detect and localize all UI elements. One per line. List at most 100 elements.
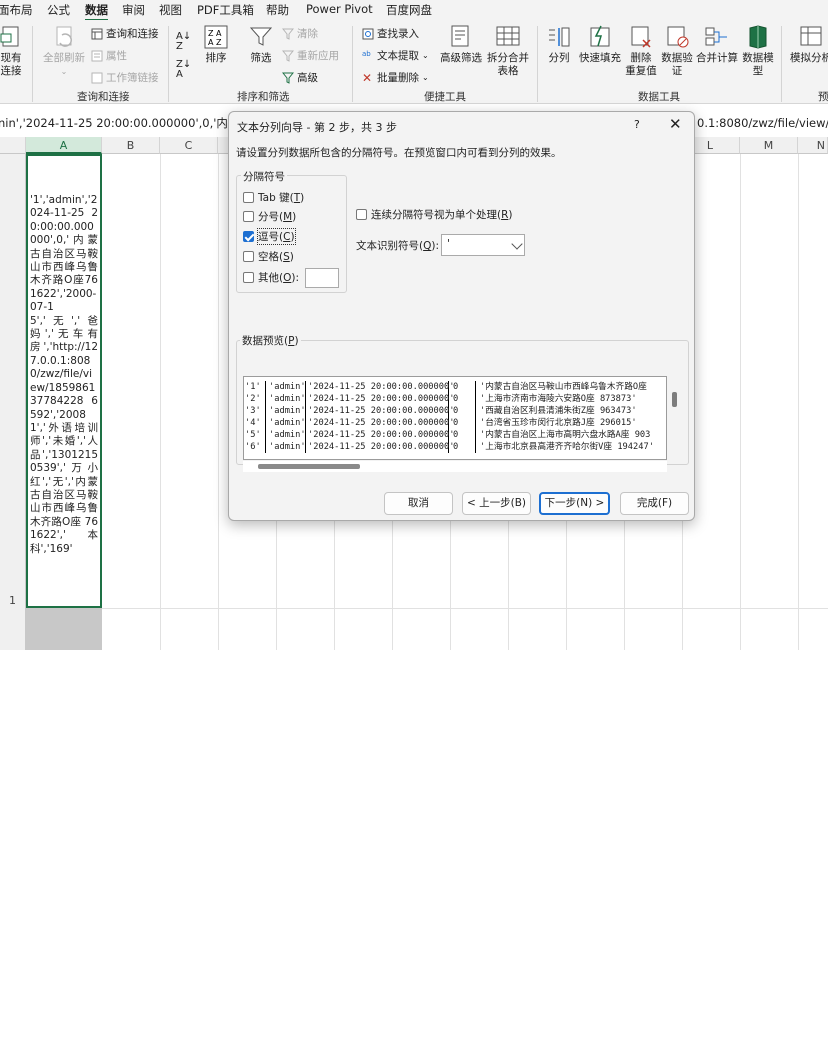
reapply-icon	[281, 50, 295, 62]
svg-text:A Z: A Z	[208, 38, 222, 47]
filter-button[interactable]: 筛选	[246, 24, 276, 65]
dialog-description: 请设置分列数据所包含的分隔符号。在预览窗口内可看到分列的效果。	[236, 147, 562, 159]
split-merge-button[interactable]: 拆分合并 表格	[486, 24, 530, 78]
column-break-line	[265, 381, 266, 453]
tab-page-layout[interactable]: 面布局	[0, 2, 33, 18]
tab-review[interactable]: 审阅	[122, 2, 145, 18]
column-header-b[interactable]: B	[102, 137, 160, 154]
text-qualifier-value: '	[447, 238, 450, 250]
delimiters-legend: 分隔符号	[241, 169, 287, 184]
funnel-icon	[248, 24, 274, 50]
tab-data[interactable]: 数据	[85, 2, 108, 21]
text-to-columns-icon	[546, 24, 572, 50]
queries-connections-button[interactable]: 查询和连接	[91, 26, 159, 41]
svg-text:Z A: Z A	[208, 29, 222, 38]
existing-connections-button[interactable]: 现有 连接	[0, 24, 26, 78]
consecutive-delimiters-checkbox[interactable]	[356, 209, 367, 220]
row-header-1[interactable]: 1	[0, 154, 26, 608]
tab-power-pivot[interactable]: Power Pivot	[306, 2, 373, 16]
back-button[interactable]: < 上一步(B)	[462, 492, 531, 515]
cell-a2[interactable]	[26, 608, 102, 650]
advanced-filter-button[interactable]: 高级	[281, 70, 318, 85]
next-button[interactable]: 下一步(N) >	[539, 492, 610, 515]
consecutive-delimiters-label[interactable]: 连续分隔符号视为单个处理(R)	[371, 207, 513, 222]
data-validation-icon	[664, 24, 690, 50]
column-break-line	[475, 381, 476, 453]
tab-baidu-netdisk[interactable]: 百度网盘	[386, 2, 432, 18]
formula-bar-text: nin','2024-11-25 20:00:00.000000',0,'内蒙古…	[0, 116, 263, 130]
semicolon-checkbox[interactable]	[243, 211, 254, 222]
help-button[interactable]: ?	[634, 118, 640, 131]
link-icon	[91, 72, 103, 84]
column-header-a[interactable]: A	[26, 137, 102, 154]
sort-button[interactable]: Z AA Z 排序	[200, 24, 232, 65]
select-all-corner[interactable]	[0, 137, 26, 154]
sort-descending-icon: Z↓ A	[176, 59, 192, 80]
scrollbar-thumb[interactable]	[258, 464, 360, 469]
group-queries-label: 查询和连接	[77, 91, 130, 103]
what-if-analysis-button[interactable]: 模拟分析	[788, 24, 828, 65]
clear-filter-button[interactable]: 清除	[281, 26, 318, 41]
sort-icon: Z AA Z	[203, 24, 229, 50]
document-icon	[0, 24, 24, 50]
preview-vertical-scrollbar[interactable]	[672, 392, 677, 407]
tab-help[interactable]: 帮助	[266, 2, 289, 18]
table-icon	[91, 28, 103, 40]
sort-ascending-icon: A↓ Z	[176, 31, 192, 52]
advanced-filter-icon	[281, 72, 295, 84]
text-to-columns-button[interactable]: 分列	[545, 24, 573, 65]
other-checkbox[interactable]	[243, 272, 254, 283]
cancel-button[interactable]: 取消	[384, 492, 453, 515]
other-delimiter-input[interactable]	[305, 268, 339, 288]
clear-filter-icon	[281, 28, 295, 40]
comma-checkbox[interactable]	[243, 231, 254, 242]
refresh-all-button[interactable]: 全部刷新 ⌄	[40, 24, 88, 78]
dialog-title: 文本分列向导 - 第 2 步，共 3 步	[237, 121, 397, 134]
cell-a1[interactable]: '1','admin','2024-11-25 20:00:00.000000'…	[26, 154, 102, 608]
remove-duplicates-icon	[628, 24, 654, 50]
tab-view[interactable]: 视图	[159, 2, 182, 18]
flash-fill-icon	[587, 24, 613, 50]
data-model-button[interactable]: 数据模 型	[742, 24, 774, 78]
advanced-filter-tool-button[interactable]: 高级筛选	[438, 24, 484, 65]
row-header-2[interactable]	[0, 608, 26, 650]
group-sort-filter-label: 排序和筛选	[237, 91, 290, 103]
tab-pdf-tools[interactable]: PDF工具箱	[197, 2, 254, 18]
sort-az-button[interactable]: A↓ Z	[176, 32, 191, 52]
close-icon[interactable]: ✕	[669, 115, 682, 133]
find-icon	[362, 28, 374, 40]
text-extract-icon: ab	[362, 49, 371, 58]
data-validation-button[interactable]: 数据验 证	[660, 24, 694, 78]
data-preview-box[interactable]: '1' 'admin' '2024-11-25 20:00:00.000000'…	[243, 376, 667, 460]
column-header-m[interactable]: M	[740, 137, 798, 154]
other-checkbox-label[interactable]: 其他(O):	[258, 270, 299, 285]
text-extract-button[interactable]: ab 文本提取 ⌄	[362, 48, 429, 63]
semicolon-checkbox-label[interactable]: 分号(M)	[258, 209, 296, 224]
batch-delete-button[interactable]: ✕ 批量删除 ⌄	[362, 70, 429, 85]
tab-checkbox[interactable]	[243, 192, 254, 203]
edit-links-button[interactable]: 工作簿链接	[91, 70, 159, 85]
ribbon-tab-bar: 面布局 公式 数据 审阅 视图 PDF工具箱 帮助 Power Pivot 百度…	[0, 0, 828, 21]
column-header-c[interactable]: C	[160, 137, 218, 154]
preview-horizontal-scrollbar[interactable]	[243, 461, 667, 472]
text-qualifier-label: 文本识别符号(Q):	[356, 240, 440, 252]
comma-checkbox-label[interactable]: 逗号(C)	[257, 228, 296, 245]
sort-za-button[interactable]: Z↓ A	[176, 60, 191, 80]
find-entry-button[interactable]: 查找录入	[362, 26, 419, 41]
group-forecast-label: 预	[818, 91, 828, 103]
text-to-columns-wizard-dialog: 文本分列向导 - 第 2 步，共 3 步 ? ✕ 请设置分列数据所包含的分隔符号…	[228, 111, 695, 521]
finish-button[interactable]: 完成(F)	[620, 492, 689, 515]
reapply-button[interactable]: 重新应用	[281, 48, 339, 63]
tab-formulas[interactable]: 公式	[47, 2, 70, 18]
text-qualifier-select[interactable]: '	[441, 234, 525, 256]
space-checkbox-label[interactable]: 空格(S)	[258, 249, 294, 264]
what-if-icon	[798, 24, 824, 50]
remove-duplicates-button[interactable]: 删除 重复值	[625, 24, 657, 78]
group-data-tools-label: 数据工具	[638, 91, 680, 103]
space-checkbox[interactable]	[243, 251, 254, 262]
properties-button[interactable]: 属性	[91, 48, 127, 63]
column-header-n[interactable]: N	[798, 137, 828, 154]
flash-fill-button[interactable]: 快速填充	[578, 24, 622, 65]
tab-checkbox-label[interactable]: Tab 键(T)	[258, 190, 304, 205]
consolidate-button[interactable]: 合并计算	[696, 24, 738, 65]
